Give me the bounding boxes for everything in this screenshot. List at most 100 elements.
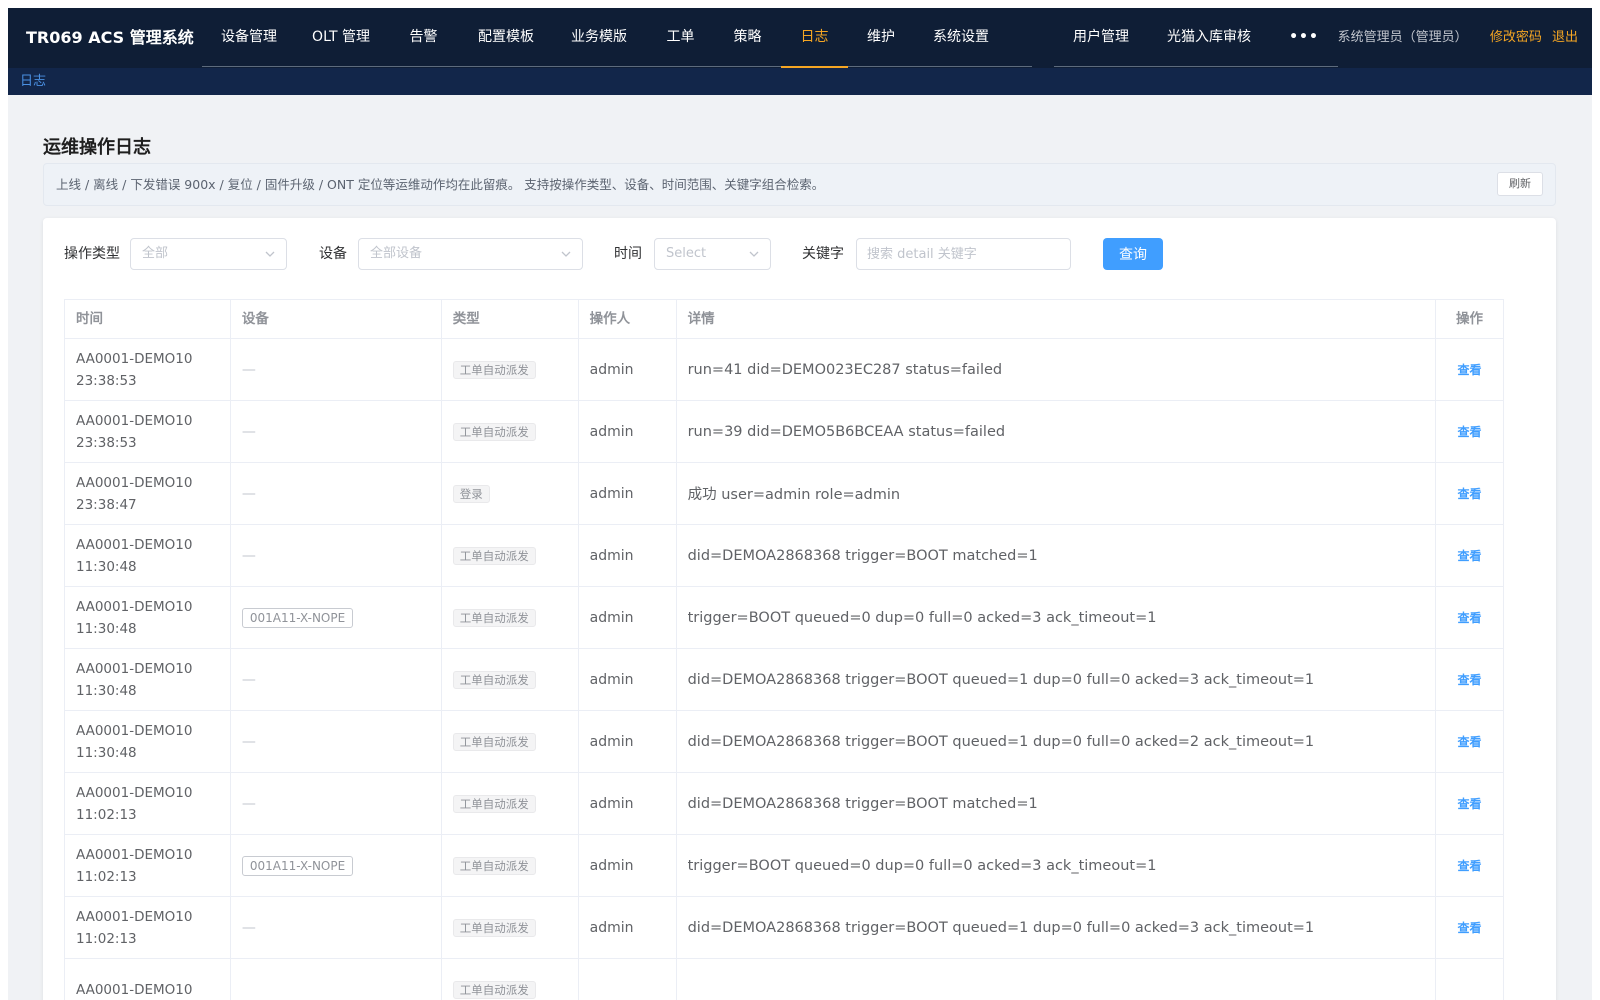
page-description-bar: 上线 / 离线 / 下发错误 900x / 复位 / 固件升级 / ONT 定位… xyxy=(43,163,1556,206)
view-link[interactable]: 查看 xyxy=(1458,857,1482,874)
type-tag: 工单自动派发 xyxy=(452,980,536,999)
filter-time-label: 时间 xyxy=(614,246,642,262)
filter-device-label: 设备 xyxy=(319,246,347,262)
time-line-1: AA0001-DEMO10 xyxy=(76,350,193,367)
cell-operator: admin xyxy=(579,897,677,958)
cell-device: — xyxy=(231,401,442,462)
time-line-2: 23:38:47 xyxy=(76,496,137,513)
refresh-button[interactable]: 刷新 xyxy=(1497,172,1543,196)
cell-detail: 成功 user=admin role=admin xyxy=(677,463,1437,524)
view-link[interactable]: 查看 xyxy=(1458,423,1482,440)
empty-dash: — xyxy=(241,733,256,750)
nav-item-3[interactable]: 配置模板 xyxy=(461,8,551,67)
nav-item-5[interactable]: 工单 xyxy=(647,8,714,67)
cell-time: AA0001-DEMO10 23:38:53 xyxy=(65,339,231,400)
logout-link[interactable]: 退出 xyxy=(1552,30,1578,45)
keyword-search-input[interactable] xyxy=(856,238,1071,270)
cell-device: — xyxy=(231,339,442,400)
table-row: AA0001-DEMO10 23:38:53 — 工单自动派发 admin run=39 … xyxy=(65,401,1504,463)
time-line-2: 11:02:13 xyxy=(76,806,137,823)
table-header: 时间 设备 类型 操作人 详情 操作 xyxy=(65,300,1504,339)
time-line-1: AA0001-DEMO10 xyxy=(76,660,193,677)
cell-device: — xyxy=(231,525,442,586)
more-menu-icon[interactable]: ••• xyxy=(1270,8,1338,67)
cell-operator: admin xyxy=(579,773,677,834)
time-line-2: 11:30:48 xyxy=(76,682,137,699)
cell-operator: admin xyxy=(579,649,677,710)
nav-item-0[interactable]: 设备管理 xyxy=(202,8,296,67)
view-link[interactable]: 查看 xyxy=(1458,795,1482,812)
page-description: 上线 / 离线 / 下发错误 900x / 复位 / 固件升级 / ONT 定位… xyxy=(56,177,825,192)
cell-operator xyxy=(579,959,677,1000)
cell-action: 查看 xyxy=(1436,835,1504,896)
log-table: 时间 设备 类型 操作人 详情 操作 AA0001-DEMO10 23:38:53… xyxy=(64,299,1504,1000)
time-line-1: AA0001-DEMO10 xyxy=(76,784,193,801)
breadcrumb-current[interactable]: 日志 xyxy=(20,68,46,95)
nav-item-7[interactable]: 日志 xyxy=(781,8,848,68)
detail-text: run=39 did=DEMO5B6BCEAA status=failed xyxy=(687,423,1006,440)
table-row: AA0001-DEMO10 11:30:48 001A11-X-NOPE 工单自动派发… xyxy=(65,587,1504,649)
cell-time: AA0001-DEMO10 11:02:13 xyxy=(65,835,231,896)
nav-item-4[interactable]: 业务模版 xyxy=(551,8,647,67)
nav-item-user-management[interactable]: 用户管理 xyxy=(1054,8,1148,67)
operator-name: admin xyxy=(589,671,634,688)
cell-action: 查看 xyxy=(1436,773,1504,834)
cell-time: AA0001-DEMO10 23:38:47 xyxy=(65,463,231,524)
view-link[interactable]: 查看 xyxy=(1458,361,1482,378)
nav-item-1[interactable]: OLT 管理 xyxy=(296,8,386,67)
view-link[interactable]: 查看 xyxy=(1458,547,1482,564)
empty-dash: — xyxy=(241,547,256,564)
empty-dash: — xyxy=(241,485,256,502)
operator-name: admin xyxy=(589,857,634,874)
cell-detail: did=DEMOA2868368 trigger=BOOT matched=1 xyxy=(677,773,1437,834)
operator-name: admin xyxy=(589,609,634,626)
query-button[interactable]: 查询 xyxy=(1103,238,1163,270)
time-range-select[interactable]: Select xyxy=(654,238,771,270)
nav-item-8[interactable]: 维护 xyxy=(848,8,914,67)
app-title: TR069 ACS 管理系统 xyxy=(26,28,194,47)
operator-name: admin xyxy=(589,733,634,750)
cell-device: — xyxy=(231,711,442,772)
empty-dash: — xyxy=(241,423,256,440)
operation-type-select[interactable]: 全部 xyxy=(130,238,287,270)
view-link[interactable]: 查看 xyxy=(1458,671,1482,688)
cell-device: 001A11-X-NOPE xyxy=(231,587,442,648)
table-body: AA0001-DEMO10 23:38:53 — 工单自动派发 admin run=41 … xyxy=(65,339,1504,1000)
operator-name: admin xyxy=(589,361,634,378)
operation-type-value: 全部 xyxy=(142,246,169,261)
cell-device: — xyxy=(231,649,442,710)
table-row: AA0001-DEMO10 11:30:48 — 工单自动派发 admin did=DEM… xyxy=(65,649,1504,711)
filter-type-label: 操作类型 xyxy=(64,246,120,262)
column-header-time: 时间 xyxy=(65,300,231,338)
cell-operator: admin xyxy=(579,525,677,586)
nav-item-ont-intake-review[interactable]: 光猫入库审核 xyxy=(1148,8,1270,67)
cell-type: 工单自动派发 xyxy=(442,649,579,710)
change-password-link[interactable]: 修改密码 xyxy=(1490,30,1542,45)
cell-operator: admin xyxy=(579,587,677,648)
detail-text: did=DEMOA2868368 trigger=BOOT matched=1 xyxy=(687,795,1038,812)
cell-device: — xyxy=(231,463,442,524)
device-tag[interactable]: 001A11-X-NOPE xyxy=(241,607,354,628)
nav-item-6[interactable]: 策略 xyxy=(714,8,781,67)
cell-type: 登录 xyxy=(442,463,579,524)
page-title: 运维操作日志 xyxy=(43,137,151,158)
main-menu: 设备管理 OLT 管理 告警 配置模板 业务模版 工单 策略 日志 维护 系统设置 xyxy=(202,8,1032,68)
operator-name: admin xyxy=(589,423,634,440)
cell-operator: admin xyxy=(579,835,677,896)
detail-text: did=DEMOA2868368 trigger=BOOT queued=1 d… xyxy=(687,671,1315,688)
nav-item-9[interactable]: 系统设置 xyxy=(914,8,1008,67)
type-tag: 登录 xyxy=(452,484,490,503)
device-select[interactable]: 全部设备 xyxy=(358,238,583,270)
view-link[interactable]: 查看 xyxy=(1458,609,1482,626)
type-tag: 工单自动派发 xyxy=(452,670,536,689)
nav-item-2[interactable]: 告警 xyxy=(386,8,461,67)
view-link[interactable]: 查看 xyxy=(1458,485,1482,502)
device-tag[interactable]: 001A11-X-NOPE xyxy=(241,855,354,876)
time-line-2: 11:02:13 xyxy=(76,930,137,947)
breadcrumb: 日志 xyxy=(8,68,1592,95)
cell-action: 查看 xyxy=(1436,339,1504,400)
view-link[interactable]: 查看 xyxy=(1458,919,1482,936)
operator-name: admin xyxy=(589,485,634,502)
table-row: AA0001-DEMO10 11:30:48 — 工单自动派发 admin did=DEM… xyxy=(65,711,1504,773)
view-link[interactable]: 查看 xyxy=(1458,733,1482,750)
